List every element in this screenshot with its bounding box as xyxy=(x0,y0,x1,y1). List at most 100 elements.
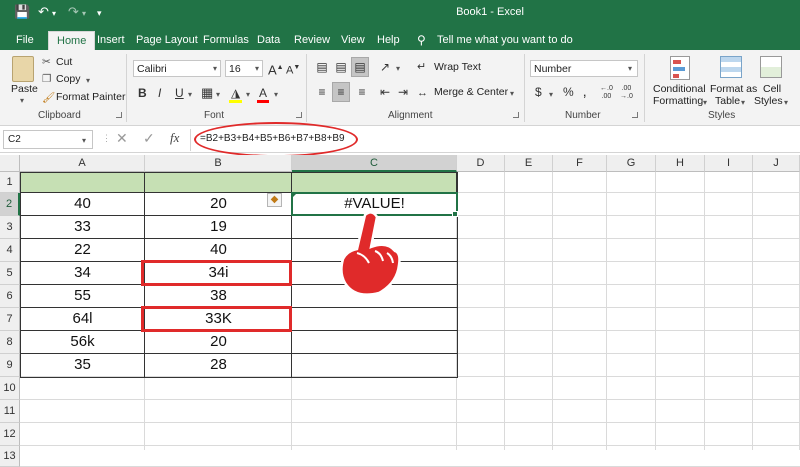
top-align-icon[interactable]: ▤ xyxy=(314,58,330,76)
copy-button[interactable]: Copy xyxy=(56,73,81,85)
row-header-6[interactable]: 6 xyxy=(0,285,20,308)
format-painter-icon[interactable]: 🖌 xyxy=(42,91,55,104)
merge-center-icon[interactable]: ↔ xyxy=(417,84,428,102)
row-header-7[interactable]: 7 xyxy=(0,308,20,331)
number-format-dropdown-icon[interactable]: ▾ xyxy=(628,64,632,73)
row-header-4[interactable]: 4 xyxy=(0,239,20,262)
cell-a6[interactable]: 55 xyxy=(20,287,145,310)
number-launcher-icon[interactable] xyxy=(632,112,638,118)
increase-indent-icon[interactable]: ⇥ xyxy=(395,83,411,101)
font-size-dropdown-icon[interactable]: ▾ xyxy=(255,64,259,73)
font-name-dropdown-icon[interactable]: ▾ xyxy=(213,64,217,73)
cell-styles-icon[interactable] xyxy=(760,56,782,78)
accounting-dropdown-icon[interactable]: ▾ xyxy=(549,90,553,99)
comma-style-icon[interactable]: ‚ xyxy=(583,83,586,101)
column-header-f[interactable]: F xyxy=(553,155,607,172)
format-as-table-label-1[interactable]: Format as xyxy=(710,83,757,95)
align-left-icon[interactable]: ≡ xyxy=(314,83,330,101)
cell-b3[interactable]: 19 xyxy=(145,218,292,241)
worksheet-grid[interactable]: ABCDEFGHIJ 1 2 3 4 5 6 7 8 9 10 11 12 13 40 33 22 34 55 6… xyxy=(0,155,800,467)
underline-icon[interactable]: U xyxy=(175,84,184,102)
align-right-icon[interactable]: ≡ xyxy=(354,83,370,101)
column-header-a[interactable]: A xyxy=(20,155,145,172)
column-header-c[interactable]: C xyxy=(292,155,457,172)
font-color-icon[interactable]: A xyxy=(257,84,270,103)
underline-dropdown-icon[interactable]: ▾ xyxy=(188,90,192,99)
tell-me-search[interactable]: Tell me what you want to do xyxy=(437,31,573,50)
cell-a7[interactable]: 64l xyxy=(20,310,145,333)
tab-review[interactable]: Review xyxy=(294,31,330,50)
cancel-icon[interactable]: ✕ xyxy=(116,130,128,147)
align-center-icon[interactable]: ≡ xyxy=(332,82,350,102)
middle-align-icon[interactable]: ▤ xyxy=(333,58,349,76)
format-as-table-dropdown-icon[interactable]: ▾ xyxy=(741,98,745,107)
paste-dropdown-icon[interactable]: ▾ xyxy=(20,96,24,105)
enter-icon[interactable]: ✓ xyxy=(143,130,155,147)
format-painter-button[interactable]: Format Painter xyxy=(56,91,125,103)
alignment-launcher-icon[interactable] xyxy=(513,112,519,118)
tab-formulas[interactable]: Formulas xyxy=(203,31,249,50)
tab-view[interactable]: View xyxy=(341,31,365,50)
decrease-font-icon[interactable]: A▼ xyxy=(286,59,300,80)
cell-b8[interactable]: 20 xyxy=(145,333,292,356)
column-header-e[interactable]: E xyxy=(505,155,553,172)
select-all-corner[interactable] xyxy=(0,155,20,172)
row-header-12[interactable]: 12 xyxy=(0,423,20,446)
cell-a2[interactable]: 40 xyxy=(20,195,145,218)
row-header-10[interactable]: 10 xyxy=(0,377,20,400)
cell-a9[interactable]: 35 xyxy=(20,356,145,379)
clipboard-launcher-icon[interactable] xyxy=(116,112,122,118)
increase-decimal-icon[interactable]: ←.0.00 xyxy=(600,85,613,101)
name-box[interactable]: C2 xyxy=(3,130,93,149)
paste-icon[interactable] xyxy=(12,56,34,82)
font-name-select[interactable]: Calibri xyxy=(133,60,221,77)
bold-icon[interactable]: B xyxy=(138,84,147,102)
column-header-h[interactable]: H xyxy=(656,155,705,172)
cut-button[interactable]: Cut xyxy=(56,56,72,68)
font-color-dropdown-icon[interactable]: ▾ xyxy=(274,90,278,99)
decrease-indent-icon[interactable]: ⇤ xyxy=(377,83,393,101)
cut-icon[interactable]: ✂ xyxy=(42,56,51,68)
insert-function-icon[interactable]: fx xyxy=(170,130,179,146)
row-header-13[interactable]: 13 xyxy=(0,446,20,467)
row-header-11[interactable]: 11 xyxy=(0,400,20,423)
conditional-formatting-label-2[interactable]: Formatting xyxy=(653,95,703,107)
cell-styles-label-2[interactable]: Styles xyxy=(754,95,783,107)
error-warning-icon[interactable]: ◆ xyxy=(267,193,282,207)
cell-a3[interactable]: 33 xyxy=(20,218,145,241)
row-header-2[interactable]: 2 xyxy=(0,193,20,216)
cell-a5[interactable]: 34 xyxy=(20,264,145,287)
tab-home[interactable]: Home xyxy=(48,31,96,50)
orientation-icon[interactable]: ↗ xyxy=(376,58,394,76)
cell-a8[interactable]: 56k xyxy=(20,333,145,356)
row-header-8[interactable]: 8 xyxy=(0,331,20,354)
borders-icon[interactable]: ▦ xyxy=(201,84,213,102)
format-as-table-label-2[interactable]: Table xyxy=(715,95,740,107)
conditional-formatting-icon[interactable] xyxy=(670,56,690,80)
name-box-dropdown-icon[interactable]: ▾ xyxy=(82,136,86,145)
column-header-b[interactable]: B xyxy=(145,155,292,172)
italic-icon[interactable]: I xyxy=(158,84,161,102)
tab-page-layout[interactable]: Page Layout xyxy=(136,31,198,50)
fill-color-icon[interactable]: ◮ xyxy=(229,84,243,103)
bottom-align-icon[interactable]: ▤ xyxy=(351,57,369,77)
increase-font-icon[interactable]: A▲ xyxy=(268,59,284,79)
wrap-text-button[interactable]: Wrap Text xyxy=(434,61,481,73)
row-header-3[interactable]: 3 xyxy=(0,216,20,239)
conditional-formatting-label-1[interactable]: Conditional xyxy=(653,83,706,95)
paste-button[interactable]: Paste xyxy=(11,83,38,95)
column-header-g[interactable]: G xyxy=(607,155,656,172)
tab-data[interactable]: Data xyxy=(257,31,280,50)
format-as-table-icon[interactable] xyxy=(720,56,742,78)
row-header-9[interactable]: 9 xyxy=(0,354,20,377)
column-header-i[interactable]: I xyxy=(705,155,753,172)
cell-a4[interactable]: 22 xyxy=(20,241,145,264)
copy-icon[interactable]: ❐ xyxy=(42,73,51,85)
merge-center-button[interactable]: Merge & Center xyxy=(434,86,508,98)
row-header-5[interactable]: 5 xyxy=(0,262,20,285)
tab-help[interactable]: Help xyxy=(377,31,400,50)
borders-dropdown-icon[interactable]: ▾ xyxy=(216,90,220,99)
wrap-text-icon[interactable]: ↵ xyxy=(417,58,426,76)
percent-style-icon[interactable]: % xyxy=(563,83,574,101)
cell-styles-dropdown-icon[interactable]: ▾ xyxy=(784,98,788,107)
